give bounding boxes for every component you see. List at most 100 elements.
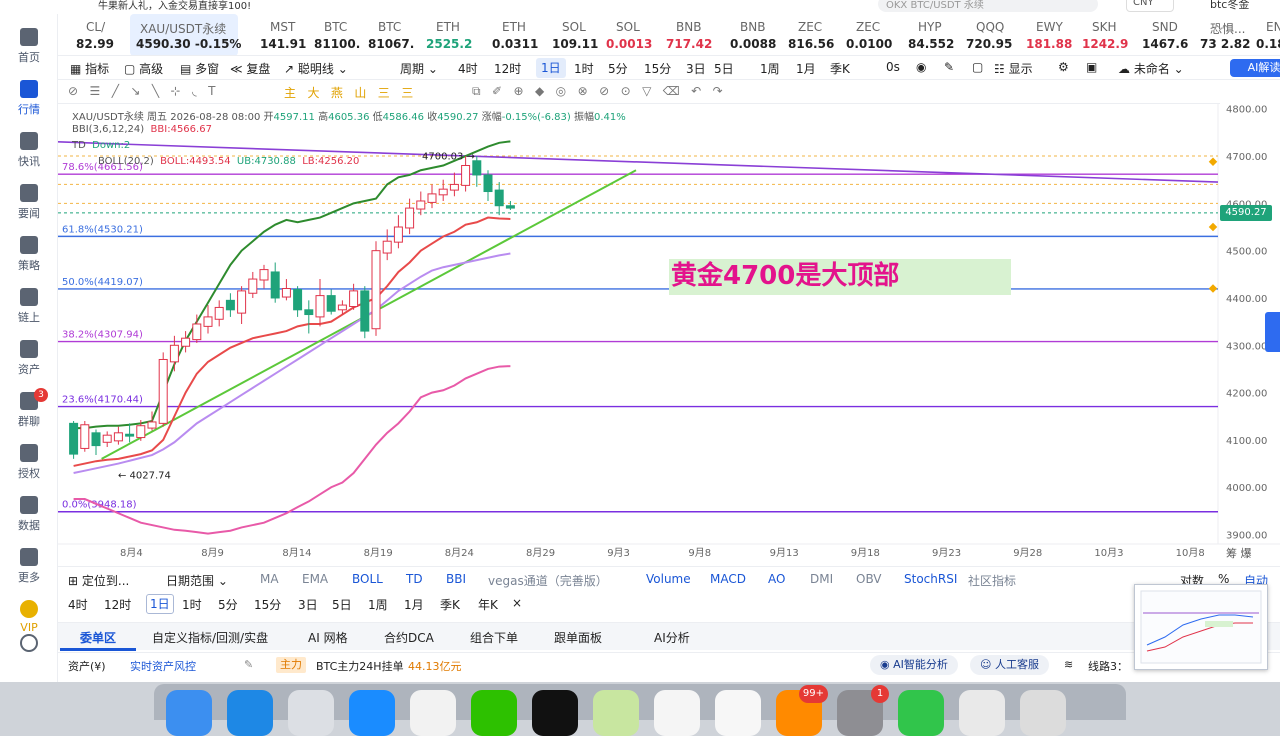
sidebar-item-7[interactable]: 群聊 3	[0, 388, 58, 429]
ai-analysis-button[interactable]: ◉ AI智能分析	[870, 655, 958, 675]
ticker-item[interactable]: BTC 81067.	[356, 14, 414, 55]
period-option[interactable]: 1周	[760, 60, 780, 77]
ticker-item[interactable]: ZEC 0.0100	[834, 14, 892, 55]
layout-icon[interactable]: ▣	[1086, 60, 1097, 74]
period-option[interactable]: 1月	[404, 596, 424, 613]
indicator-toggle[interactable]: vegas通道（完善版）	[488, 572, 608, 589]
ticker-item[interactable]: QQQ 720.95	[954, 14, 1012, 55]
ticker-item[interactable]: EWY 181.88	[1014, 14, 1072, 55]
period-option[interactable]: 季K	[440, 596, 460, 613]
chart-canvas[interactable]: 78.6%(4661.56)61.8%(4530.21)50.0%(4419.0…	[58, 104, 1280, 566]
period-option[interactable]: 1时	[182, 596, 202, 613]
indicator-toggle[interactable]: BBI	[446, 572, 466, 586]
fullscreen-icon[interactable]: ▢	[972, 60, 983, 74]
ai-interpret-button[interactable]: AI解读	[1230, 59, 1280, 77]
currency-select[interactable]: CNY	[1126, 0, 1174, 12]
price-chart[interactable]: 78.6%(4661.56) 61.8%(4530.21) 50.0%(4419.0…	[58, 104, 1280, 566]
indicator-toggle[interactable]: 社区指标	[968, 572, 1016, 589]
tab-3[interactable]: 合约DCA	[384, 629, 434, 646]
phone-icon[interactable]	[898, 690, 944, 736]
finder-icon[interactable]	[166, 690, 212, 736]
ticker-item[interactable]: CL/82.99	[64, 14, 120, 55]
indicator-toggle[interactable]: TD	[406, 572, 423, 586]
indicator-button[interactable]: ▦ 指标	[70, 60, 109, 77]
expand-panel-icon[interactable]	[1265, 312, 1280, 352]
period-option[interactable]: 季K	[830, 60, 850, 77]
tab-6[interactable]: AI分析	[654, 629, 690, 646]
search-input[interactable]: OKX BTC/USDT 永续	[878, 0, 1098, 12]
settings-icon[interactable]: ⚙	[1058, 60, 1069, 74]
ticker-item[interactable]: ZEC 816.56	[776, 14, 834, 55]
ticker-item[interactable]: ETH 0.0311	[480, 14, 538, 55]
wechat-icon[interactable]	[471, 690, 517, 736]
indicator-toggle[interactable]: StochRSI	[904, 572, 957, 586]
ticker-item[interactable]: SOL 109.11	[540, 14, 598, 55]
period-option[interactable]: 5日	[332, 596, 352, 613]
layout-select[interactable]: ☁ 未命名 ⌄	[1118, 60, 1184, 77]
ticker-item[interactable]: 恐惧... 73 2.82	[1188, 14, 1250, 55]
period-option[interactable]: 年K	[478, 596, 498, 613]
period-option[interactable]: 12时	[494, 60, 521, 77]
period-option[interactable]: 1日	[146, 594, 174, 614]
edit-icon[interactable]: ✎	[244, 658, 253, 671]
ticker-item[interactable]: HYP 84.552	[896, 14, 954, 55]
sidebar-item-6[interactable]: 资产	[0, 340, 58, 377]
settings-gear-icon[interactable]	[0, 634, 58, 655]
customer-service-button[interactable]: ☺ 人工客服	[970, 655, 1049, 675]
period-option[interactable]: 12时	[104, 596, 131, 613]
multi-window-button[interactable]: ▤ 多窗	[180, 60, 219, 77]
period-option[interactable]: 1月	[796, 60, 816, 77]
promo-notice[interactable]: 牛果新人礼，入金交易直接享100!	[98, 0, 251, 12]
ticker-item[interactable]: BNB 0.0088	[718, 14, 776, 55]
period-dropdown[interactable]: 周期 ⌄	[400, 60, 438, 77]
period-option[interactable]: 15分	[254, 596, 281, 613]
pattern-tools-icon[interactable]: 主 大 燕 山 三 三	[284, 84, 413, 101]
period-option[interactable]: 3日	[298, 596, 318, 613]
display-button[interactable]: ☷ 显示	[994, 60, 1033, 77]
indicator-toggle[interactable]: MACD	[710, 572, 746, 586]
tab-0[interactable]: 委单区	[80, 629, 116, 646]
indicator-toggle[interactable]: AO	[768, 572, 785, 586]
period-option[interactable]: 1日	[536, 58, 566, 78]
tab-4[interactable]: 组合下单	[470, 629, 518, 646]
period-option[interactable]: 4时	[68, 596, 88, 613]
launchpad-icon[interactable]	[288, 690, 334, 736]
camera-icon[interactable]: ◉	[916, 60, 926, 74]
ticker-item[interactable]: MST 141.91	[248, 14, 306, 55]
draw-tools-icon[interactable]: ⊘ ☰ ╱ ↘ ╲ ⊹ ◟ T	[68, 84, 215, 98]
ticker-item[interactable]: ETH 2525.2	[414, 14, 472, 55]
sidebar-item-11[interactable]: VIP	[0, 600, 58, 634]
chart-thumbnail[interactable]	[1134, 584, 1268, 670]
period-option[interactable]: 15分	[644, 60, 671, 77]
tab-1[interactable]: 自定义指标/回测/实盘	[152, 629, 268, 646]
realtime-risk-link[interactable]: 实时资产风控	[130, 658, 196, 674]
ticker-item[interactable]: SOL 0.0013	[594, 14, 652, 55]
feishu-icon[interactable]	[715, 690, 761, 736]
assets-label[interactable]: 资产(¥)	[68, 658, 106, 674]
trash-icon[interactable]	[1020, 690, 1066, 736]
sidebar-item-9[interactable]: 数据	[0, 496, 58, 533]
sidebar-item-4[interactable]: 策略	[0, 236, 58, 273]
period-option[interactable]: 5日	[714, 60, 734, 77]
ticker-item[interactable]: BTC 81100.	[302, 14, 360, 55]
notes-icon[interactable]	[593, 690, 639, 736]
period-option[interactable]: 1周	[368, 596, 388, 613]
indicator-toggle[interactable]: Volume	[646, 572, 691, 586]
period-option[interactable]: 5分	[218, 596, 238, 613]
period-option[interactable]: 1时	[574, 60, 594, 77]
replay-button[interactable]: ≪ 复盘	[230, 60, 270, 77]
indicator-toggle[interactable]: MA	[260, 572, 279, 586]
user-name[interactable]: btc冬金	[1210, 0, 1249, 12]
sidebar-item-2[interactable]: 快讯	[0, 132, 58, 169]
ticker-item[interactable]: SND 1467.6	[1130, 14, 1188, 55]
settings-icon[interactable]: 1	[837, 685, 889, 736]
sidebar-item-10[interactable]: 更多	[0, 548, 58, 585]
ticker-item[interactable]: BNB 717.42	[654, 14, 712, 55]
indicator-toggle[interactable]: DMI	[810, 572, 833, 586]
ticker-item[interactable]: ENA 0.1872	[1244, 14, 1280, 55]
route-label[interactable]: 线路3：	[1088, 658, 1128, 674]
tab-5[interactable]: 跟单面板	[554, 629, 602, 646]
safari-icon[interactable]	[227, 690, 273, 736]
qq-icon[interactable]	[654, 690, 700, 736]
sidebar-item-3[interactable]: 要闻	[0, 184, 58, 221]
